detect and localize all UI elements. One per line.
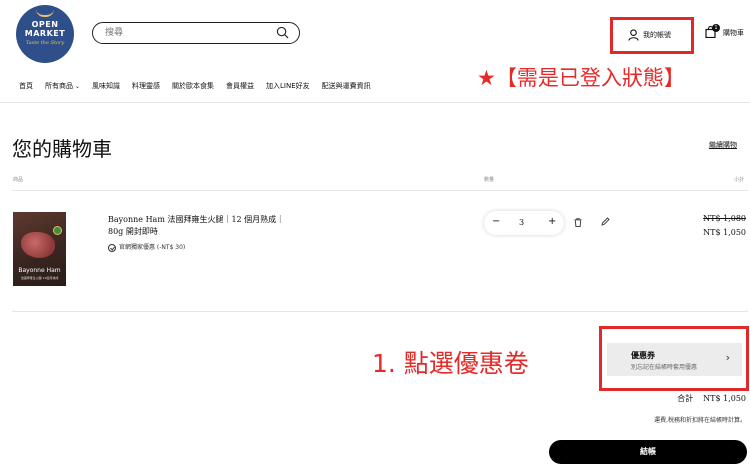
original-price: NT$ 1,080 — [703, 214, 746, 223]
search-icon[interactable] — [276, 26, 289, 39]
continue-shopping-link[interactable]: 繼續購物 — [709, 140, 737, 150]
nav-item-label: 風味知識 — [92, 82, 121, 90]
site-logo[interactable]: OPEN MARKET Taste the Story — [16, 5, 74, 63]
coupon-highlight-box: 優惠券 別忘記在結帳時套用優惠 › — [599, 326, 749, 391]
nav-item-label: 首頁 — [19, 82, 33, 90]
nav-item-line[interactable]: 加入LINE好友 — [266, 81, 310, 91]
header-divider — [0, 102, 750, 103]
column-header-product: 商品 — [13, 177, 24, 183]
tax-note: 運費,稅務和折扣將在結帳時計算。 — [654, 417, 746, 424]
column-header-quantity: 數量 — [484, 177, 495, 183]
nav-item-label: 會員權益 — [226, 82, 255, 90]
nav-item-label: 加入LINE好友 — [266, 82, 310, 90]
coupon-title: 優惠券 — [631, 351, 655, 360]
product-image-title: Bayonne Ham — [18, 267, 61, 274]
my-account-button[interactable]: 我的帳號 — [610, 17, 694, 54]
ham-slice-graphic — [21, 232, 55, 258]
quantity-stepper: − 3 + — [484, 211, 564, 235]
final-price: NT$ 1,050 — [703, 228, 746, 237]
nav-item-cooking-inspiration[interactable]: 料理靈感 — [132, 81, 160, 91]
nav-item-label: 所有商品 — [45, 82, 73, 90]
items-divider — [12, 311, 748, 312]
chevron-down-icon: ⌄ — [75, 83, 81, 90]
total-value: NT$ 1,050 — [703, 394, 746, 403]
nav-item-about[interactable]: 關於歐本食集 — [172, 81, 214, 91]
search-input[interactable] — [105, 26, 265, 40]
logo-text-line1: OPEN — [31, 20, 59, 29]
promo-text: 官網獨家優惠 (-NT$ 30) — [119, 244, 186, 251]
product-promo: 官網獨家優惠 (-NT$ 30) — [108, 242, 185, 252]
table-header-divider — [12, 190, 748, 191]
search-bar[interactable] — [92, 22, 300, 44]
nav-item-shipping[interactable]: 配送與運費資訊 — [322, 81, 371, 91]
coupon-button[interactable]: 優惠券 別忘記在結帳時套用優惠 › — [607, 343, 742, 376]
product-image-subtitle: 法國拜雍生火腿 12個月熟成 — [20, 276, 59, 280]
nav-item-flavor-knowledge[interactable]: 風味知識 — [92, 81, 120, 91]
quantity-value[interactable]: 3 — [519, 218, 524, 227]
cart-label: 購物車 — [723, 29, 744, 37]
user-icon — [628, 29, 639, 41]
cart-total: 合計 NT$ 1,050 — [677, 393, 746, 404]
logo-bowl-icon — [36, 9, 54, 17]
login-required-annotation: ★【需是已登入狀態】 — [477, 66, 685, 90]
cart-button[interactable]: 1 購物車 — [704, 24, 750, 44]
column-header-subtotal: 小計 — [733, 177, 744, 183]
total-label: 合計 — [677, 394, 694, 403]
quantity-increase-button[interactable]: + — [548, 216, 556, 227]
cart-count-badge: 1 — [712, 24, 720, 32]
coupon-subtitle: 別忘記在結帳時套用優惠 — [631, 364, 698, 371]
step1-annotation: 1. 點選優惠卷 — [372, 349, 529, 378]
nav-item-label: 關於歐本食集 — [172, 82, 215, 90]
nav-item-home[interactable]: 首頁 — [19, 81, 33, 91]
nav-item-label: 配送與運費資訊 — [321, 82, 371, 90]
logo-tagline: Taste the Story — [25, 40, 65, 46]
pencil-icon[interactable] — [601, 217, 610, 226]
chevron-right-icon: › — [725, 351, 730, 364]
page-title: 您的購物車 — [12, 137, 112, 161]
main-nav: 首頁 所有商品 ⌄ 風味知識 料理靈感 關於歐本食集 會員權益 加入LINE好友 … — [19, 81, 383, 91]
product-image[interactable]: Bayonne Ham 法國拜雍生火腿 12個月熟成 — [13, 212, 66, 286]
logo-text-line2: MARKET — [24, 29, 66, 38]
my-account-label: 我的帳號 — [643, 31, 671, 39]
checkout-button[interactable]: 結帳 — [549, 440, 747, 464]
check-circle-icon — [108, 243, 116, 252]
nav-item-all-products[interactable]: 所有商品 ⌄ — [45, 81, 80, 91]
trash-icon[interactable] — [574, 218, 582, 227]
product-name-link[interactable]: Bayonne Ham 法國拜雍生火腿｜12 個月熟成｜80g 開封即時 — [108, 214, 288, 238]
nav-item-label: 料理靈感 — [132, 82, 161, 90]
origin-seal-icon — [53, 226, 62, 235]
nav-item-member-benefits[interactable]: 會員權益 — [226, 81, 254, 91]
quantity-decrease-button[interactable]: − — [492, 216, 500, 227]
